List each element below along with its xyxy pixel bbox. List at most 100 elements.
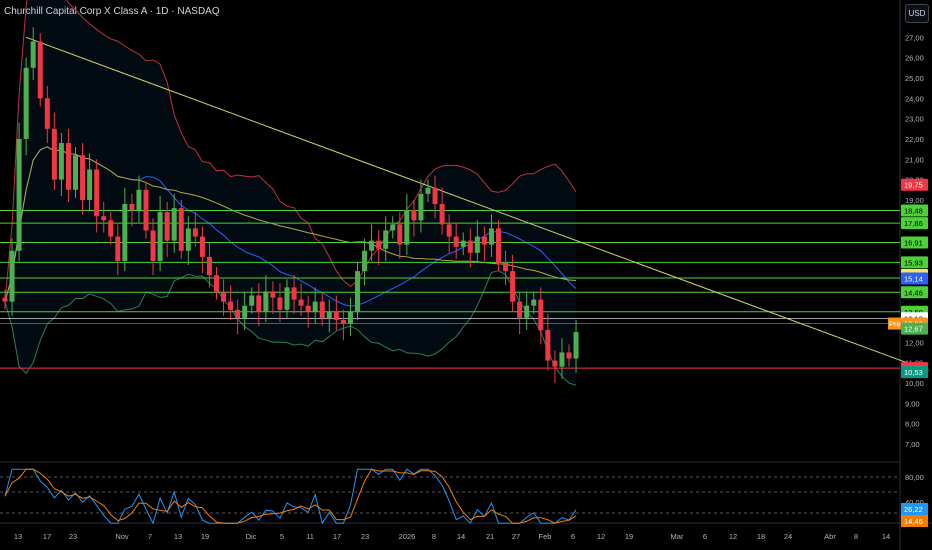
candle-body xyxy=(559,352,565,367)
candle-body xyxy=(566,352,572,359)
time-tick-label: 5 xyxy=(280,532,284,541)
level-price-badge: 15,93 xyxy=(904,258,923,267)
time-tick-label: 19 xyxy=(625,532,633,541)
price-tick-label: 8,00 xyxy=(905,420,920,429)
candle-body xyxy=(192,228,198,237)
candle-body xyxy=(496,228,501,263)
price-tick-label: 9,00 xyxy=(905,399,920,408)
candle-body xyxy=(397,224,403,245)
candle-body xyxy=(376,240,382,249)
candle-body xyxy=(37,41,43,99)
time-tick-label: Feb xyxy=(539,532,552,541)
level-price-badge: 16,91 xyxy=(904,238,923,247)
candle-body xyxy=(221,291,227,302)
candle-body xyxy=(270,291,276,298)
candle-body xyxy=(214,275,219,292)
price-tick-label: 22,00 xyxy=(905,135,924,144)
candle-body xyxy=(390,224,396,231)
candle-body xyxy=(538,299,544,331)
level-price-badge: 17,86 xyxy=(904,219,923,228)
candle-body xyxy=(573,332,579,359)
candle-body xyxy=(284,287,290,310)
time-tick-label: 23 xyxy=(361,532,369,541)
candle-body xyxy=(73,155,78,190)
candle-body xyxy=(65,143,71,190)
time-tick-label: 6 xyxy=(703,532,707,541)
candle-body xyxy=(143,189,149,231)
candle-body xyxy=(460,240,466,247)
candle-body xyxy=(488,228,494,245)
candle-body xyxy=(115,236,121,261)
candle-body xyxy=(326,311,332,318)
candle-body xyxy=(305,305,311,312)
time-tick-label: 7 xyxy=(148,532,152,541)
level-price-badge: 14,46 xyxy=(904,288,923,297)
price-tick-label: 25,00 xyxy=(905,74,924,83)
candle-body xyxy=(228,301,234,310)
candle-body xyxy=(298,299,304,306)
candle-body xyxy=(418,193,424,221)
time-tick-label: 24 xyxy=(784,532,792,541)
candle-body xyxy=(2,297,8,302)
price-tick-label: 21,00 xyxy=(905,155,924,164)
candle-body xyxy=(503,262,509,272)
time-tick-label: 19 xyxy=(201,532,209,541)
candle-body xyxy=(383,230,389,249)
candle-body xyxy=(101,216,107,221)
candle-body xyxy=(545,330,551,361)
time-tick-label: 8 xyxy=(432,532,436,541)
candle-body xyxy=(30,41,36,68)
time-tick-label: 2026 xyxy=(399,532,416,541)
candle-body xyxy=(347,311,353,324)
time-tick-label: 13 xyxy=(174,532,182,541)
candle-body xyxy=(256,295,262,312)
oscillator-tick-label: 80,00 xyxy=(905,473,924,482)
level-price-badge: 18,48 xyxy=(904,207,923,216)
price-tick-label: 7,00 xyxy=(905,440,920,449)
price-tick-label: 26,00 xyxy=(905,54,924,63)
candle-body xyxy=(517,301,523,318)
candle-body xyxy=(552,360,558,367)
candle-body xyxy=(312,301,318,312)
candle-body xyxy=(319,301,325,318)
candle-body xyxy=(291,287,297,300)
candle-body xyxy=(9,250,15,302)
candle-body xyxy=(453,236,459,247)
candle-body xyxy=(164,212,170,241)
price-badge: 10,53 xyxy=(904,368,923,377)
candle-body xyxy=(355,271,360,312)
candle-body xyxy=(235,309,241,318)
candle-body xyxy=(524,305,530,318)
premarket-tag: Pre xyxy=(889,320,901,329)
candle-body xyxy=(467,240,473,253)
oscillator-badge: 14,46 xyxy=(904,517,923,526)
candle-body xyxy=(58,143,64,180)
candle-body xyxy=(51,128,57,180)
candle-body xyxy=(23,67,29,139)
price-tick-label: 24,00 xyxy=(905,94,924,103)
candle-body xyxy=(136,189,142,211)
time-tick-label: 14 xyxy=(882,532,890,541)
price-tick-label: 23,00 xyxy=(905,115,924,124)
time-tick-label: 13 xyxy=(14,532,22,541)
time-tick-label: 18 xyxy=(757,532,765,541)
candle-body xyxy=(340,319,346,324)
candle-body xyxy=(16,138,22,251)
time-tick-label: 27 xyxy=(512,532,520,541)
time-tick-label: 11 xyxy=(306,532,314,541)
candle-body xyxy=(178,208,184,251)
candle-body xyxy=(531,299,537,306)
candle-body xyxy=(510,271,516,302)
time-tick-label: Nov xyxy=(115,532,129,541)
candle-body xyxy=(150,230,156,261)
candle-body xyxy=(333,311,339,320)
time-tick-label: 8 xyxy=(854,532,858,541)
candle-body xyxy=(80,155,86,200)
time-tick-label: Dic xyxy=(246,532,257,541)
candle-body xyxy=(404,210,410,245)
price-tick-label: 12,00 xyxy=(905,338,924,347)
candle-body xyxy=(171,208,177,241)
candle-body xyxy=(44,98,50,129)
currency-button[interactable]: USD xyxy=(905,4,929,23)
price-chart[interactable]: 28,0027,0026,0025,0024,0023,0022,0021,00… xyxy=(0,0,932,550)
